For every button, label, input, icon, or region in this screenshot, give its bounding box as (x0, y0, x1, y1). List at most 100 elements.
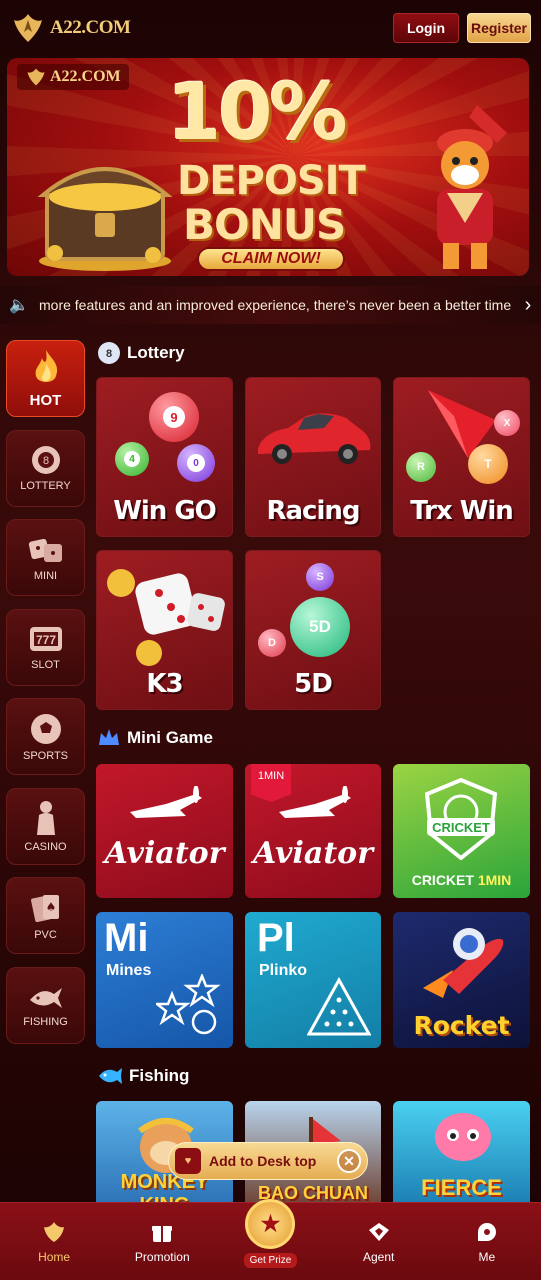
game-tile-wingo[interactable]: 9 4 0 Win GO (96, 377, 233, 537)
promo-banner[interactable]: A22.COM 10% DEPOSIT BONUS CLAIM NOW! (7, 58, 529, 276)
game-name: CRICKET 1MIN (411, 872, 512, 888)
category-pvc[interactable]: ♠ PVC (6, 877, 85, 954)
plinko-triangle-icon (307, 976, 371, 1036)
nav-get-prize[interactable]: ★ Get Prize (225, 1199, 315, 1268)
nav-label: Promotion (134, 1249, 190, 1264)
banner-logo-text: A22.COM (50, 68, 121, 85)
flame-icon (35, 350, 57, 382)
game-tile-k3[interactable]: K3 (96, 550, 233, 710)
logo-emblem-icon (27, 68, 45, 86)
category-label: SLOT (31, 659, 60, 671)
nav-label: Me (478, 1249, 496, 1264)
top-header: A22.COM Login Register (0, 0, 541, 56)
dice-icon (107, 569, 225, 666)
announcement-bar[interactable]: 🔈 more features and an improved experien… (0, 286, 541, 324)
tiger-mascot-icon (437, 105, 507, 269)
game-name: Rocket (413, 1011, 510, 1040)
register-button[interactable]: Register (467, 13, 531, 43)
nav-label: Get Prize (243, 1253, 298, 1268)
race-car-icon (258, 413, 371, 464)
nav-label: Home (38, 1249, 71, 1264)
lottery-ball: S (306, 563, 334, 591)
banner-headline: 10% (167, 68, 348, 158)
shark-icon (29, 988, 62, 1008)
lottery-ball: 4 (115, 442, 149, 476)
category-label: MINI (33, 569, 58, 582)
rocket-astronaut-icon (423, 928, 504, 998)
lottery-ball: 9 (149, 392, 199, 442)
prize-wheel-icon: ★ (245, 1199, 296, 1249)
lottery-ball: 5D (290, 597, 350, 657)
chevron-right-icon[interactable]: › (515, 294, 541, 317)
nav-promotion[interactable]: Promotion (117, 1220, 207, 1264)
cards-icon: ♠ (30, 894, 59, 922)
lottery-ball: T (468, 444, 508, 484)
game-name: Aviator (253, 836, 373, 871)
banner-line1: DEPOSIT (177, 158, 366, 204)
game-name: 5D (294, 669, 333, 699)
section-title-text: Fishing (129, 1066, 190, 1085)
svg-text:CRICKET: CRICKET (432, 820, 490, 835)
lottery-ball: 0 (177, 444, 215, 482)
banner-line2: BONUS (183, 200, 346, 249)
lottery-ball: R (406, 452, 436, 482)
fish-icon (99, 1068, 122, 1084)
game-name: FIERCE (421, 1175, 502, 1200)
game-tile-trxwin[interactable]: X R T Trx Win (393, 377, 530, 537)
nav-me[interactable]: Me (442, 1220, 532, 1264)
site-logo[interactable]: A22.COM (10, 10, 131, 46)
game-tile-aviator[interactable]: Aviator (96, 764, 233, 898)
game-tile-plinko[interactable]: Pl Plinko (245, 912, 381, 1048)
section-title-lottery: 8 Lottery (97, 341, 185, 365)
login-button[interactable]: Login (393, 13, 459, 43)
category-hot[interactable]: HOT (6, 340, 85, 417)
add-to-desktop-label: Add to Desk top (209, 1153, 317, 1169)
section-title-fishing: Fishing (97, 1066, 189, 1086)
category-casino[interactable]: CASINO (6, 787, 85, 865)
game-tile-fierce[interactable]: FIERCE (393, 1101, 530, 1211)
game-name: Win GO (113, 496, 217, 526)
close-icon[interactable]: ✕ (337, 1149, 361, 1173)
claim-now-button[interactable]: CLAIM NOW! (197, 247, 345, 271)
svg-text:777: 777 (35, 633, 55, 647)
diamond-icon (368, 1222, 389, 1241)
svg-text:8: 8 (42, 455, 48, 467)
category-label: LOTTERY (20, 480, 71, 492)
game-tile-cricket[interactable]: CRICKET CRICKET 1MIN (393, 764, 530, 898)
section-title-mini-game: Mini Game (97, 727, 213, 749)
game-name: Racing (266, 496, 360, 526)
game-tile-mines[interactable]: Mi Mines (96, 912, 233, 1048)
game-name: K3 (146, 669, 183, 699)
bottom-navigation: Home Promotion ★ Get Prize Agent Me (0, 1199, 541, 1280)
cricket-ball-icon: CRICKET (424, 778, 498, 860)
lottery-ball-icon: 8 (31, 446, 60, 474)
game-tile-5d[interactable]: S 5D D 5D (245, 550, 381, 710)
octopus-art (435, 1113, 491, 1161)
category-label: FISHING (23, 1016, 68, 1028)
category-label: HOT (29, 392, 62, 409)
category-slot[interactable]: 777 SLOT (6, 608, 85, 686)
logo-emblem-icon (14, 14, 42, 42)
banner-logo: A22.COM (17, 64, 129, 90)
stars-bomb-icon (156, 974, 221, 1035)
nav-agent[interactable]: Agent (334, 1220, 424, 1264)
casino-girl-icon (36, 801, 55, 835)
add-to-desktop-popup[interactable]: ♥ Add to Desk top ✕ (168, 1142, 368, 1180)
game-tile-aviator-1min[interactable]: 1MIN Aviator (245, 764, 381, 898)
treasure-chest-icon (37, 167, 173, 271)
game-tile-racing[interactable]: Racing (245, 377, 381, 537)
lottery-ball-icon: 8 (98, 342, 120, 364)
airplane-icon (279, 786, 351, 818)
game-abbr: Pl (257, 916, 295, 960)
game-tile-rocket[interactable]: Rocket (393, 912, 530, 1048)
category-mini[interactable]: MINI (6, 519, 85, 596)
crown-icon (99, 729, 119, 745)
game-name: Aviator (104, 836, 225, 871)
lottery-ball: X (494, 410, 520, 436)
category-sidebar: HOT 8 LOTTERY MINI 777 SLOT SPORTS CASIN… (6, 340, 86, 1056)
category-fishing[interactable]: FISHING (6, 966, 85, 1044)
category-lottery[interactable]: 8 LOTTERY (6, 429, 85, 507)
nav-home[interactable]: Home (9, 1220, 99, 1264)
category-label: SPORTS (22, 749, 69, 762)
category-sports[interactable]: SPORTS (6, 698, 85, 775)
